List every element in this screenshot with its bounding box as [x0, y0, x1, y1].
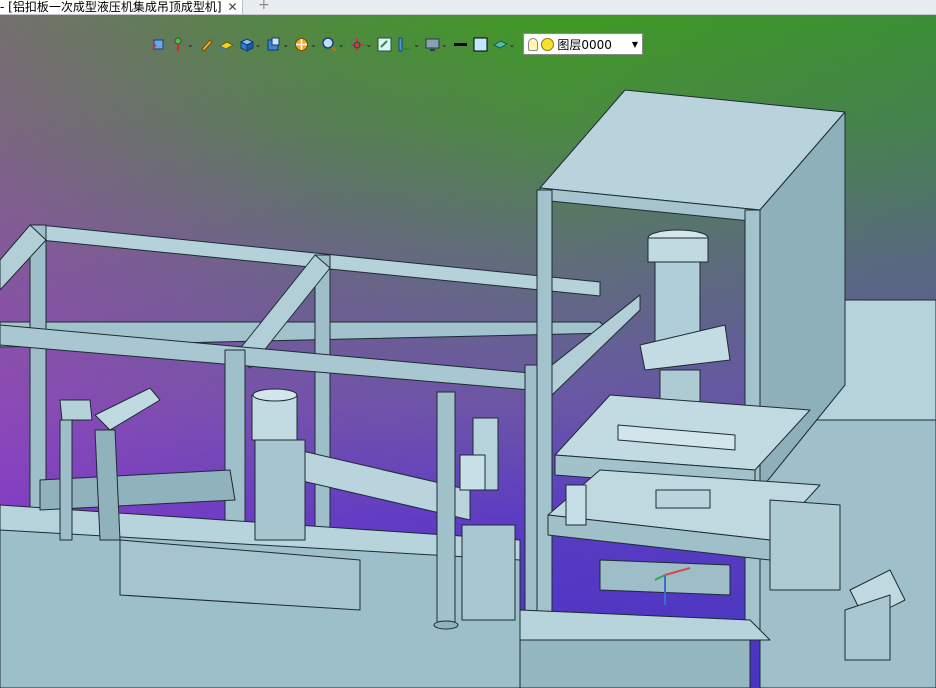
color-square-button[interactable]: [472, 34, 489, 54]
section-view-icon: [266, 37, 281, 52]
section-view-button[interactable]: ⌄: [265, 34, 290, 54]
color-square-icon: [473, 37, 488, 52]
cube-button[interactable]: ⌄: [238, 34, 263, 54]
document-tab-bar: - [铝扣板一次成型液压机集成吊顶成型机] ✕ +: [0, 0, 936, 15]
new-tab-icon[interactable]: +: [258, 0, 270, 12]
document-tab[interactable]: - [铝扣板一次成型液压机集成吊顶成型机] ✕: [0, 0, 243, 14]
view-orient-icon: [151, 37, 166, 52]
render-sphere-button[interactable]: ⌄: [293, 34, 318, 54]
pin-icon: [171, 37, 186, 52]
chevron-down-icon[interactable]: ⌄: [310, 40, 317, 49]
monitor-button[interactable]: ⌄: [424, 34, 449, 54]
line-style-icon: [453, 37, 468, 52]
document-tab-title: - [铝扣板一次成型液压机集成吊顶成型机]: [0, 0, 222, 14]
chevron-down-icon[interactable]: ⌄: [187, 40, 194, 49]
close-icon[interactable]: ✕: [228, 0, 238, 14]
view-toolbar: ⌄ ⌄ ⌄ ⌄ ⌄ ⌄ ⌄ ⌄ ⌄ 图层0000 ▼: [150, 33, 644, 55]
pencil-icon: [199, 37, 214, 52]
plane-icon: [492, 37, 508, 52]
cube-icon: [239, 37, 254, 52]
fit-view-button[interactable]: [376, 34, 393, 54]
pencil-button[interactable]: [198, 34, 215, 54]
axis-button[interactable]: ⌄: [349, 34, 374, 54]
solid-layer-icon: [218, 37, 234, 52]
layer-select-value: 图层0000: [557, 37, 612, 52]
measure-button[interactable]: ⌄: [396, 34, 421, 54]
axis-icon: [350, 37, 365, 52]
bulb-icon[interactable]: [528, 37, 539, 51]
chevron-down-icon[interactable]: ⌄: [338, 40, 345, 49]
view-orient-button[interactable]: [150, 34, 167, 54]
layer-visibility-icon[interactable]: [541, 37, 555, 51]
chevron-down-icon[interactable]: ⌄: [366, 40, 373, 49]
layer-select[interactable]: 图层0000 ▼: [523, 33, 644, 55]
pin-button[interactable]: ⌄: [170, 34, 195, 54]
chevron-down-icon[interactable]: ⌄: [509, 40, 516, 49]
chevron-down-icon[interactable]: ⌄: [441, 40, 448, 49]
chevron-down-icon[interactable]: ▼: [632, 40, 638, 49]
fit-view-icon: [377, 37, 392, 52]
zoom-icon: [322, 36, 337, 52]
monitor-icon: [425, 37, 440, 52]
chevron-down-icon[interactable]: ⌄: [255, 40, 262, 49]
solid-layer-button[interactable]: [218, 34, 235, 54]
plane-button[interactable]: ⌄: [492, 34, 517, 54]
zoom-button[interactable]: ⌄: [321, 34, 346, 54]
measure-icon: [397, 37, 412, 52]
3d-viewport[interactable]: ⌄ ⌄ ⌄ ⌄ ⌄ ⌄ ⌄ ⌄ ⌄ 图层0000 ▼: [0, 15, 936, 688]
chevron-down-icon[interactable]: ⌄: [282, 40, 289, 49]
machine-model: [0, 89, 936, 688]
render-sphere-icon: [294, 37, 309, 52]
line-style-button[interactable]: [452, 34, 469, 54]
chevron-down-icon[interactable]: ⌄: [413, 40, 420, 49]
